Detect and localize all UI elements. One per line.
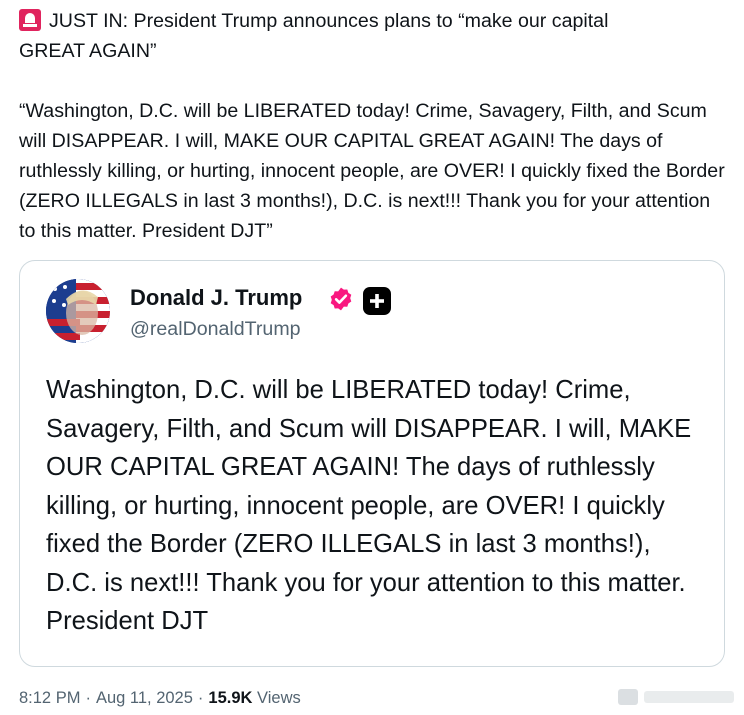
plus-icon xyxy=(370,294,384,308)
siren-icon xyxy=(19,9,41,31)
author-handle[interactable]: @realDonaldTrump xyxy=(130,318,301,341)
post-quote-paragraph: “Washington, D.C. will be LIBERATED toda… xyxy=(19,100,725,242)
separator-dot: · xyxy=(85,689,91,707)
plus-badge-icon xyxy=(363,287,391,315)
headline-prefix: JUST IN: President Trump announces plans… xyxy=(49,10,609,32)
post-meta: 8:12 PM · Aug 11, 2025 · 15.9K Views xyxy=(19,689,301,708)
post-headline: JUST IN: President Trump announces plans… xyxy=(19,6,731,36)
verified-icon xyxy=(330,287,352,311)
quoted-post-card[interactable]: Donald J. Trump @realDonaldTrump Washing… xyxy=(19,260,725,667)
avatar[interactable] xyxy=(46,279,110,343)
views-label: Views xyxy=(257,689,301,707)
avatar-image xyxy=(46,279,110,343)
post-date[interactable]: Aug 11, 2025 xyxy=(96,689,193,707)
author-name[interactable]: Donald J. Trump xyxy=(130,285,302,311)
separator-dot: · xyxy=(197,689,204,707)
post-text: JUST IN: President Trump announces plans… xyxy=(19,6,731,246)
views-count: 15.9K xyxy=(208,689,253,707)
watermark-logo xyxy=(618,689,734,705)
post-time[interactable]: 8:12 PM xyxy=(19,689,80,707)
headline-suffix: GREAT AGAIN” xyxy=(19,40,157,62)
quoted-post-body: Washington, D.C. will be LIBERATED today… xyxy=(46,376,692,635)
